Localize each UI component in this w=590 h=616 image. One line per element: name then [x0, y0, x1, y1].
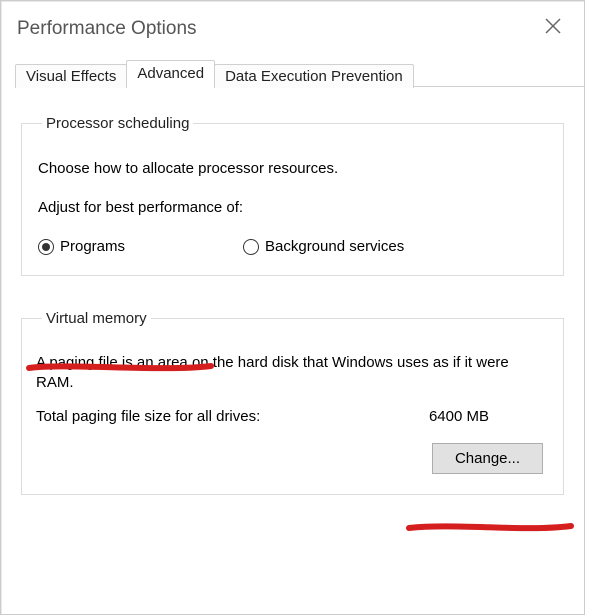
tab-advanced[interactable]: Advanced: [126, 60, 215, 87]
radio-background-services[interactable]: [243, 239, 259, 255]
tab-content-advanced: Processor scheduling Choose how to alloc…: [1, 87, 584, 549]
close-button[interactable]: [536, 9, 570, 43]
tabstrip: Visual Effects Advanced Data Execution P…: [15, 59, 584, 87]
adjust-for-label: Adjust for best performance of:: [38, 199, 549, 216]
processor-scheduling-legend: Processor scheduling: [42, 115, 193, 132]
radio-background-services-label: Background services: [265, 238, 404, 255]
tab-visual-effects[interactable]: Visual Effects: [15, 64, 127, 88]
radio-programs[interactable]: [38, 239, 54, 255]
paging-size-value: 6400 MB: [429, 408, 489, 425]
close-icon: [545, 18, 561, 34]
virtual-memory-legend: Virtual memory: [42, 310, 151, 327]
change-button[interactable]: Change...: [432, 443, 543, 474]
tab-data-execution-prevention[interactable]: Data Execution Prevention: [214, 64, 414, 88]
change-button-row: Change...: [36, 443, 549, 474]
paging-size-row: Total paging file size for all drives: 6…: [36, 408, 549, 425]
window-title: Performance Options: [17, 18, 197, 40]
radio-row: Programs Background services: [38, 238, 549, 255]
performance-options-dialog: Performance Options Visual Effects Advan…: [0, 0, 585, 615]
processor-scheduling-group: Processor scheduling Choose how to alloc…: [21, 115, 564, 276]
processor-scheduling-desc: Choose how to allocate processor resourc…: [38, 160, 549, 177]
radio-programs-label: Programs: [60, 238, 125, 255]
paging-size-label: Total paging file size for all drives:: [36, 408, 260, 425]
virtual-memory-desc: A paging file is an area on the hard dis…: [36, 353, 549, 394]
virtual-memory-group: Virtual memory A paging file is an area …: [21, 310, 564, 495]
radio-dot-icon: [42, 243, 50, 251]
titlebar: Performance Options: [1, 1, 584, 53]
